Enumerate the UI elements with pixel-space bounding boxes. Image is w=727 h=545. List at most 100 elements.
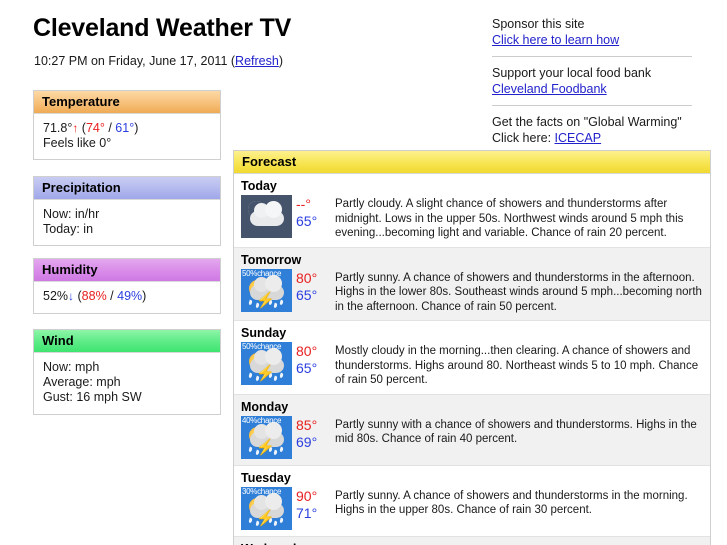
refresh-link[interactable]: Refresh xyxy=(235,54,279,68)
panel-forecast-title: Forecast xyxy=(234,151,710,174)
forecast-chance-label: 40%chance xyxy=(242,415,282,425)
forecast-day-label: Today xyxy=(241,179,277,193)
forecast-row-list: Today --° 65° Partly cloudy. A slight chanc… xyxy=(234,174,710,545)
sponsor-block-2: Support your local food bank Cleveland F… xyxy=(492,65,692,97)
panel-humidity-body: 52%↓ (88% / 49%) xyxy=(34,282,220,312)
panel-precipitation-body: Now: in/hr Today: in xyxy=(34,200,220,245)
humidity-reading: 52%↓ (88% / 49%) xyxy=(43,289,212,304)
thunderstorm-icon: 30%chance xyxy=(241,486,292,530)
forecast-description: Partly sunny. A chance of showers and th… xyxy=(335,489,688,517)
forecast-row: Sunday 50%chance 80° 65° Mostly cloudy in th… xyxy=(234,321,710,395)
icecap-line: Click here: ICECAP xyxy=(492,130,692,146)
raindrop-icon xyxy=(248,446,253,452)
forecast-day-label: Sunday xyxy=(241,326,287,340)
precipitation-today: Today: in xyxy=(43,222,94,236)
forecast-icon-container: 30%chance xyxy=(241,486,296,530)
temperature-paren-open: ( xyxy=(78,121,86,135)
thunderstorm-icon: 50%chance xyxy=(241,268,292,312)
forecast-chance-label: 50%chance xyxy=(242,342,282,351)
forecast-description: Partly sunny with a chance of showers an… xyxy=(335,418,697,446)
forecast-low-temp: 65° xyxy=(296,286,318,303)
sponsor-divider-2 xyxy=(492,105,692,106)
panel-forecast: Forecast Today --° 65° Partly cloudy. A sli… xyxy=(233,150,711,545)
forecast-low-temp: 65° xyxy=(296,360,318,376)
raindrop-icon xyxy=(279,517,284,523)
forecast-row: Tuesday 30%chance 90° 71° Partly sunny. A ch… xyxy=(234,465,710,537)
panel-wind-title: Wind xyxy=(34,330,220,353)
raindrop-icon xyxy=(279,372,284,379)
icecap-link[interactable]: ICECAP xyxy=(555,131,602,145)
wind-gust: Gust: 16 mph SW xyxy=(43,390,142,404)
forecast-low-temp: 71° xyxy=(296,504,318,521)
forecast-row-body: --° 65° Partly cloudy. A slight chance of … xyxy=(241,195,704,241)
timestamp-paren-close: ) xyxy=(278,54,283,68)
panel-temperature-body: 71.8°↑ (74° / 61°) Feels like 0° xyxy=(34,114,220,159)
forecast-temps: 80° 65° xyxy=(296,269,330,304)
forecast-temps: 80° 65° xyxy=(296,342,330,377)
wind-average: Average: mph xyxy=(43,375,121,389)
humidity-paren-close: ) xyxy=(142,289,147,303)
forecast-high-temp: 80° xyxy=(296,269,318,286)
panel-precipitation: Precipitation Now: in/hr Today: in xyxy=(33,176,221,246)
forecast-row-body: 50%chance 80° 65° Mostly cloudy in the morn… xyxy=(241,342,704,388)
sponsor-block-3: Get the facts on "Global Warming" Click … xyxy=(492,114,692,146)
forecast-row: Tomorrow 50%chance 80° 65° Partly sunny. A c… xyxy=(234,247,710,321)
forecast-temps: 90° 71° xyxy=(296,487,330,522)
forecast-icon-container: 40%chance xyxy=(241,415,296,459)
humidity-low: 49% xyxy=(117,289,143,303)
panel-precipitation-title: Precipitation xyxy=(34,177,220,200)
forecast-row: Wednesday40%chance89°Partly sunny with a… xyxy=(234,536,710,545)
forecast-high-temp: 90° xyxy=(296,487,318,504)
forecast-high-temp: 85° xyxy=(296,416,318,433)
raindrop-icon xyxy=(248,372,253,379)
forecast-high-temp: --° xyxy=(296,196,311,212)
temperature-feels-like: Feels like 0° xyxy=(43,136,112,150)
forecast-row: Monday 40%chance 85° 69° Partly sunny with a… xyxy=(234,394,710,466)
humidity-separator: / xyxy=(106,289,118,303)
forecast-day-label: Monday xyxy=(241,399,289,414)
humidity-paren-open: ( xyxy=(74,289,82,303)
foodbank-link[interactable]: Cleveland Foodbank xyxy=(492,82,607,96)
global-warming-text: Get the facts on "Global Warming" xyxy=(492,115,682,129)
temperature-current: 71.8° xyxy=(43,121,73,135)
click-here-label: Click here: xyxy=(492,131,555,145)
humidity-high: 88% xyxy=(81,289,107,303)
panel-wind: Wind Now: mph Average: mph Gust: 16 mph … xyxy=(33,329,221,415)
temperature-separator: / xyxy=(104,121,116,135)
raindrop-icon xyxy=(248,299,253,305)
raindrop-icon xyxy=(248,517,253,523)
temperature-low: 61° xyxy=(115,121,135,135)
forecast-description: Partly cloudy. A slight chance of shower… xyxy=(335,198,684,239)
forecast-description: Mostly cloudy in the morning...then clea… xyxy=(335,345,699,386)
forecast-high-temp: 80° xyxy=(296,343,318,359)
sponsor-site-text: Sponsor this site xyxy=(492,17,585,31)
forecast-icon-container: 50%chance xyxy=(241,342,296,385)
page-title: Cleveland Weather TV xyxy=(33,14,292,42)
temperature-high: 74° xyxy=(85,121,105,135)
panel-temperature: Temperature 71.8°↑ (74° / 61°) Feels lik… xyxy=(33,90,221,160)
panel-humidity-title: Humidity xyxy=(34,259,220,282)
sponsor-site-link[interactable]: Click here to learn how xyxy=(492,33,619,47)
forecast-day-label: Wednesday xyxy=(241,542,704,545)
forecast-temps: --° 65° xyxy=(296,195,330,230)
night-partly-cloudy-icon xyxy=(241,195,292,238)
panel-temperature-title: Temperature xyxy=(34,91,220,114)
humidity-current: 52% xyxy=(43,289,69,303)
timestamp-text: 10:27 PM on Friday, June 17, 2011 ( xyxy=(34,54,236,68)
forecast-row-body: 50%chance 80° 65° Partly sunny. A chance of… xyxy=(241,268,704,315)
forecast-temps: 85° 69° xyxy=(296,416,330,451)
temperature-paren-close: ) xyxy=(134,121,139,135)
panel-humidity: Humidity 52%↓ (88% / 49%) xyxy=(33,258,221,314)
forecast-description: Partly sunny. A chance of showers and th… xyxy=(335,271,702,313)
raindrop-icon xyxy=(279,446,284,452)
wind-now: Now: mph xyxy=(43,360,100,374)
sponsor-divider-1 xyxy=(492,56,692,57)
panel-wind-body: Now: mph Average: mph Gust: 16 mph SW xyxy=(34,353,220,413)
forecast-day-label: Tuesday xyxy=(241,470,291,485)
forecast-low-temp: 69° xyxy=(296,433,318,450)
forecast-low-temp: 65° xyxy=(296,213,318,229)
temperature-reading: 71.8°↑ (74° / 61°) xyxy=(43,121,212,136)
timestamp: 10:27 PM on Friday, June 17, 2011 (Refre… xyxy=(34,54,283,68)
precipitation-now: Now: in/hr xyxy=(43,207,100,221)
sponsor-block-1: Sponsor this site Click here to learn ho… xyxy=(492,16,692,48)
